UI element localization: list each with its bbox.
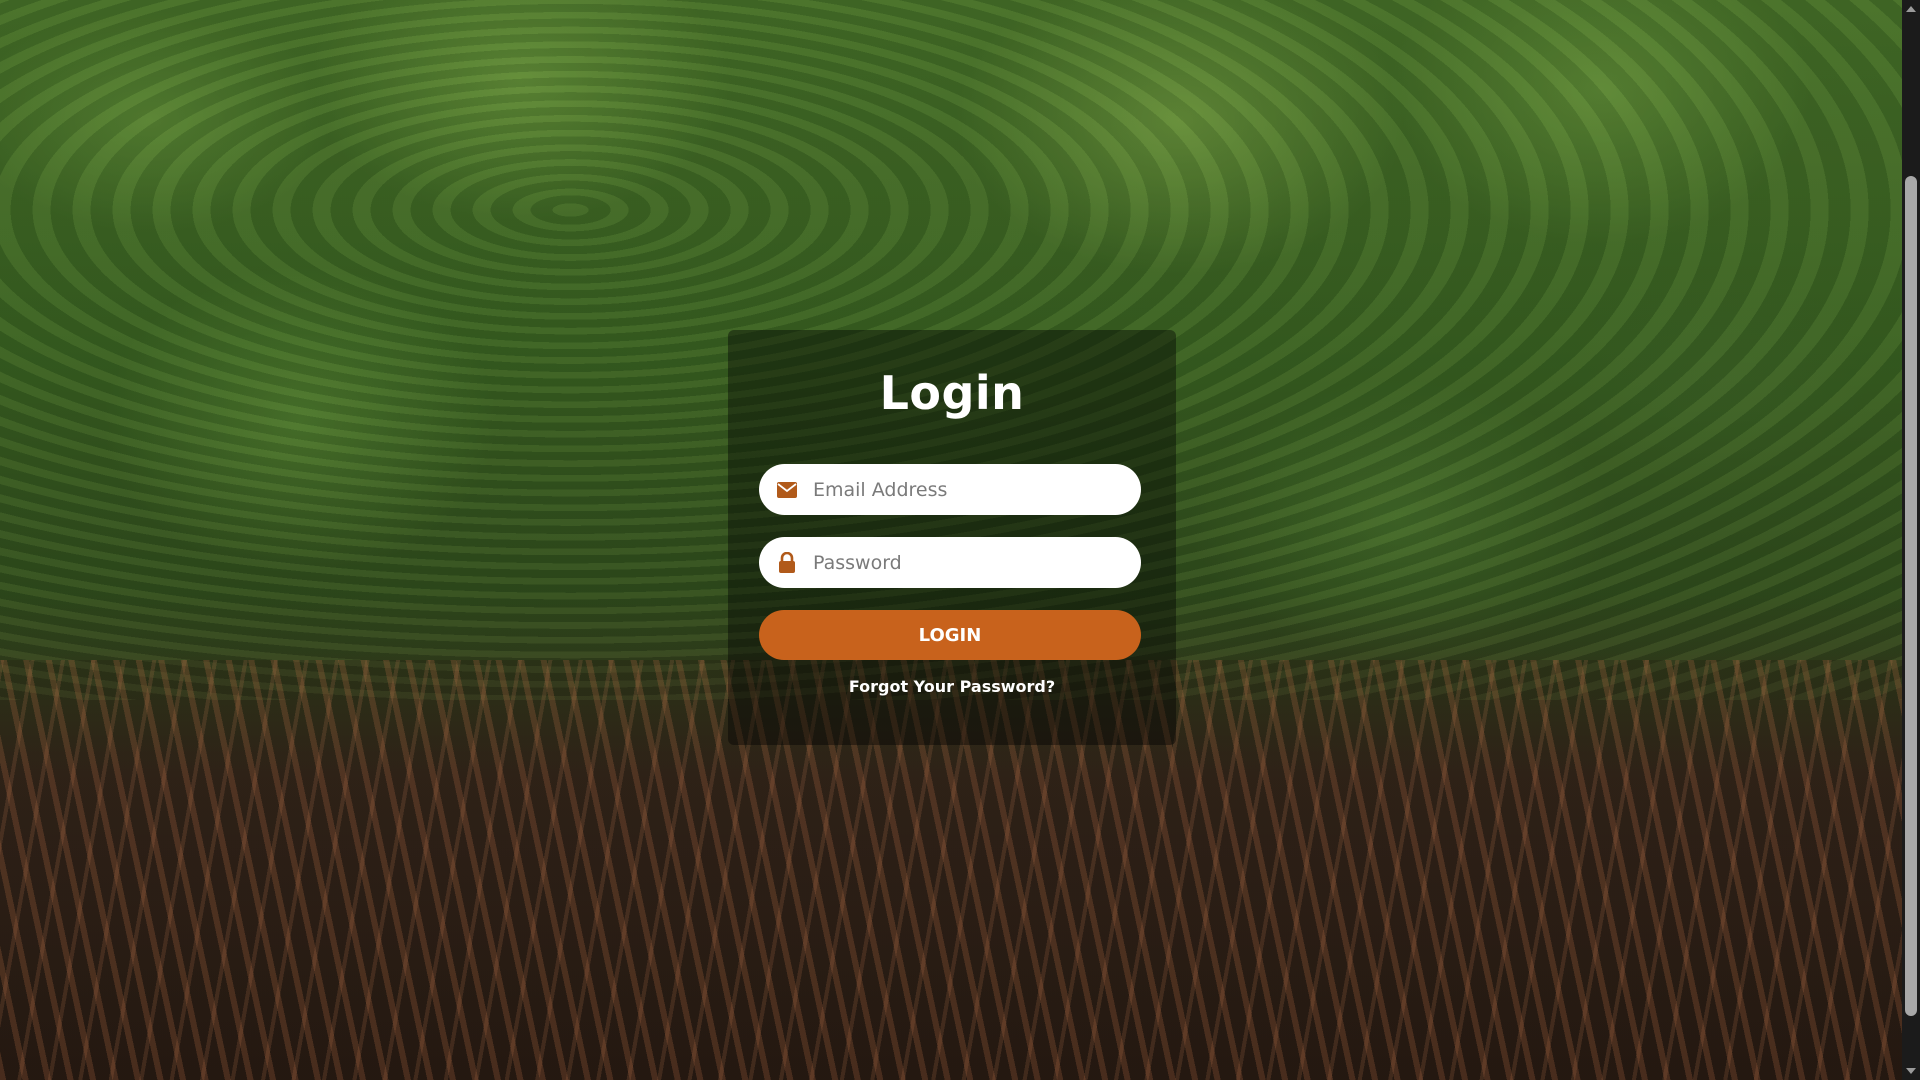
page-viewport: Login LOGIN Forgot Your Password? xyxy=(0,0,1902,1080)
lock-icon-svg xyxy=(779,551,795,573)
login-title: Login xyxy=(879,366,1025,420)
scrollbar-thumb[interactable] xyxy=(1905,176,1917,1016)
password-field[interactable] xyxy=(759,537,1141,588)
lock-icon xyxy=(776,551,798,574)
scroll-down-arrow-icon[interactable] xyxy=(1906,1068,1916,1074)
envelope-icon xyxy=(776,479,798,501)
envelope-icon-svg xyxy=(777,481,797,498)
email-field[interactable] xyxy=(759,464,1141,515)
email-input[interactable] xyxy=(811,477,1115,502)
forgot-password-link[interactable]: Forgot Your Password? xyxy=(728,677,1176,696)
scroll-up-arrow-icon[interactable] xyxy=(1906,6,1916,12)
scrollbar[interactable] xyxy=(1902,0,1920,1080)
login-button[interactable]: LOGIN xyxy=(759,610,1141,660)
login-panel: Login LOGIN Forgot Your Password? xyxy=(728,330,1176,745)
password-input[interactable] xyxy=(811,550,1115,575)
